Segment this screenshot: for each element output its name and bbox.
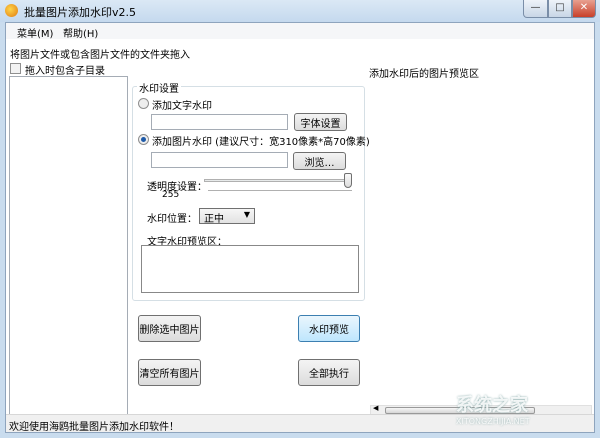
app-icon [5,4,18,17]
text-watermark-label: 添加文字水印 [152,101,212,112]
text-preview-area [141,245,359,293]
opacity-slider-thumb[interactable] [344,173,352,188]
title-bar: 批量图片添加水印v2.5 — □ ✕ [0,0,600,22]
text-watermark-input[interactable] [151,114,288,130]
preview-area-label: 添加水印后的图片预览区 [369,69,479,80]
menu-help[interactable]: 帮助(H) [63,25,98,40]
slider-ticks [208,190,352,191]
clear-all-button[interactable]: 清空所有图片 [138,359,201,386]
client-area: 菜单(M) 帮助(H) 将图片文件或包含图片文件的文件夹拖入 拖入时包含子目录 … [5,22,595,433]
image-file-list[interactable] [9,76,128,415]
drop-hint: 将图片文件或包含图片文件的文件夹拖入 [10,50,190,61]
minimize-button[interactable]: — [523,0,548,18]
position-select[interactable]: 正中 ▼ [199,208,255,225]
include-subdirs-label: 拖入时包含子目录 [25,66,105,77]
menu-bar: 菜单(M) 帮助(H) [6,23,594,40]
opacity-slider-track[interactable] [204,179,352,182]
font-settings-button[interactable]: 字体设置 [294,113,347,131]
scroll-left-icon[interactable]: ◀ [373,404,378,412]
preview-button[interactable]: 水印预览 [298,315,360,342]
browse-button[interactable]: 浏览… [293,152,346,170]
status-text: 欢迎使用海鸥批量图片添加水印软件！ [9,422,179,433]
maximize-button[interactable]: □ [548,0,572,18]
menu-main[interactable]: 菜单(M) [17,25,53,40]
position-label: 水印位置： [147,214,197,225]
opacity-value: 255 [162,190,180,200]
text-watermark-radio[interactable] [138,98,149,109]
image-path-input[interactable] [151,152,288,168]
site-watermark-logo: 系统之家 XITONGZHIJIA.NET [456,395,530,426]
chevron-down-icon: ▼ [243,210,250,219]
delete-selected-button[interactable]: 删除选中图片 [138,315,201,342]
image-watermark-label: 添加图片水印 (建议尺寸：宽310像素*高70像素) [152,137,370,148]
position-selected: 正中 [204,214,224,225]
close-button[interactable]: ✕ [572,0,596,18]
window-title: 批量图片添加水印v2.5 [24,6,137,19]
image-watermark-radio[interactable] [138,134,149,145]
run-all-button[interactable]: 全部执行 [298,359,360,386]
group-title: 水印设置 [137,80,181,95]
include-subdirs-checkbox[interactable] [10,63,21,74]
